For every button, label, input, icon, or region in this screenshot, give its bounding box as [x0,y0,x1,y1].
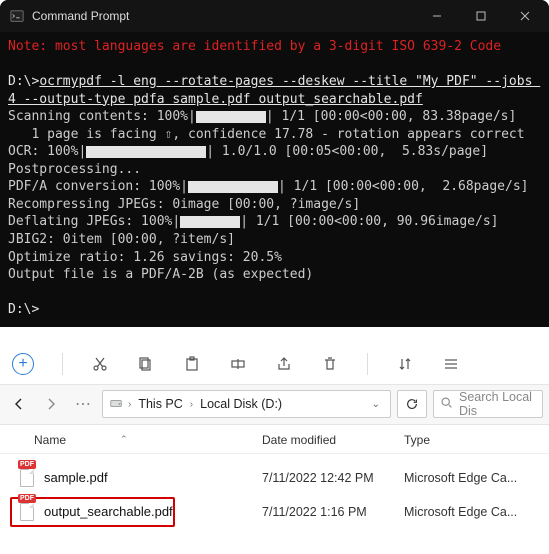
line-deflate: Deflating JPEGs: 100%| [8,214,180,229]
pdf-file-icon: PDF [18,469,36,487]
sort-caret-icon: ⌃ [120,434,128,445]
delete-icon[interactable] [321,355,339,373]
line-out: Output file is a PDF/A-2B (as expected) [8,267,313,282]
forward-button[interactable] [38,391,64,417]
drive-icon [109,396,123,413]
line-pdfa-tail: | 1/1 [00:00<00:00, 2.68page/s] [278,179,528,194]
line-scan: Scanning contents: 100%| [8,109,196,124]
new-button[interactable]: + [12,353,34,375]
chevron-right-icon[interactable]: › [187,399,196,410]
separator [367,353,368,375]
search-input[interactable]: Search Local Dis [433,390,543,418]
file-row-highlighted[interactable]: PDF output_searchable.pdf [10,497,175,527]
up-button[interactable]: ⋯ [70,391,96,417]
explorer-toolbar: + [0,345,549,385]
line-ocr: OCR: 100%| [8,144,86,159]
close-button[interactable] [503,0,547,32]
progress-bar [188,181,278,193]
line-jbig2: JBIG2: 0item [00:00, ?item/s] [8,232,235,247]
cmd-icon [10,9,24,23]
file-type: Microsoft Edge Ca... [404,505,517,519]
back-button[interactable] [6,391,32,417]
progress-bar [86,146,206,158]
search-icon [440,396,453,412]
command-prompt-window: Command Prompt Note: most languages are … [0,0,549,327]
address-bar[interactable]: › This PC › Local Disk (D:) ⌄ [102,390,391,418]
window-controls [415,0,547,32]
column-name[interactable]: Name⌃ [0,433,262,447]
file-name: output_searchable.pdf [44,504,173,519]
window-title: Command Prompt [32,9,415,23]
line-post: Postprocessing... [8,162,141,177]
line-deflate-tail: | 1/1 [00:00<00:00, 90.96image/s] [240,214,498,229]
copy-icon[interactable] [137,355,155,373]
file-row[interactable]: PDF sample.pdf 7/11/2022 12:42 PM Micros… [0,462,549,494]
progress-bar [196,111,266,123]
file-date: 7/11/2022 12:42 PM [262,471,404,485]
file-list-header: Name⌃ Date modified Type [0,425,549,454]
column-date[interactable]: Date modified [262,433,404,447]
pdf-file-icon: PDF [18,503,36,521]
column-type[interactable]: Type [404,433,549,447]
file-date: 7/11/2022 1:16 PM [262,505,404,519]
file-name: sample.pdf [44,470,262,485]
sort-icon[interactable] [396,355,414,373]
cut-icon[interactable] [91,355,109,373]
refresh-button[interactable] [397,390,427,418]
line-rotate: 1 page is facing ⇧, confidence 17.78 - r… [8,127,525,142]
line-scan-tail: | 1/1 [00:00<00:00, 83.38page/s] [266,109,516,124]
breadcrumb[interactable]: This PC [136,397,184,411]
titlebar[interactable]: Command Prompt [0,0,549,32]
paste-icon[interactable] [183,355,201,373]
command-text: ocrmypdf -l eng --rotate-pages --deskew … [8,74,540,107]
rename-icon[interactable] [229,355,247,373]
line-pdfa: PDF/A conversion: 100%| [8,179,188,194]
progress-bar [180,216,240,228]
maximize-button[interactable] [459,0,503,32]
line-ocr-tail: | 1.0/1.0 [00:05<00:00, 5.83s/page] [206,144,488,159]
minimize-button[interactable] [415,0,459,32]
address-bar-row: ⋯ › This PC › Local Disk (D:) ⌄ Search L… [0,385,549,425]
search-placeholder: Search Local Dis [459,390,536,418]
chevron-down-icon[interactable]: ⌄ [368,399,384,410]
share-icon[interactable] [275,355,293,373]
view-icon[interactable] [442,355,460,373]
separator [62,353,63,375]
line-opt: Optimize ratio: 1.26 savings: 20.5% [8,250,282,265]
prompt: D:\> [8,74,39,89]
chevron-right-icon[interactable]: › [125,399,134,410]
prompt: D:\> [8,302,39,317]
terminal-output[interactable]: Note: most languages are identified by a… [0,32,549,327]
breadcrumb[interactable]: Local Disk (D:) [198,397,284,411]
file-type: Microsoft Edge Ca... [404,471,549,485]
note-line: Note: most languages are identified by a… [8,39,501,54]
line-recomp: Recompressing JPEGs: 0image [00:00, ?ima… [8,197,360,212]
